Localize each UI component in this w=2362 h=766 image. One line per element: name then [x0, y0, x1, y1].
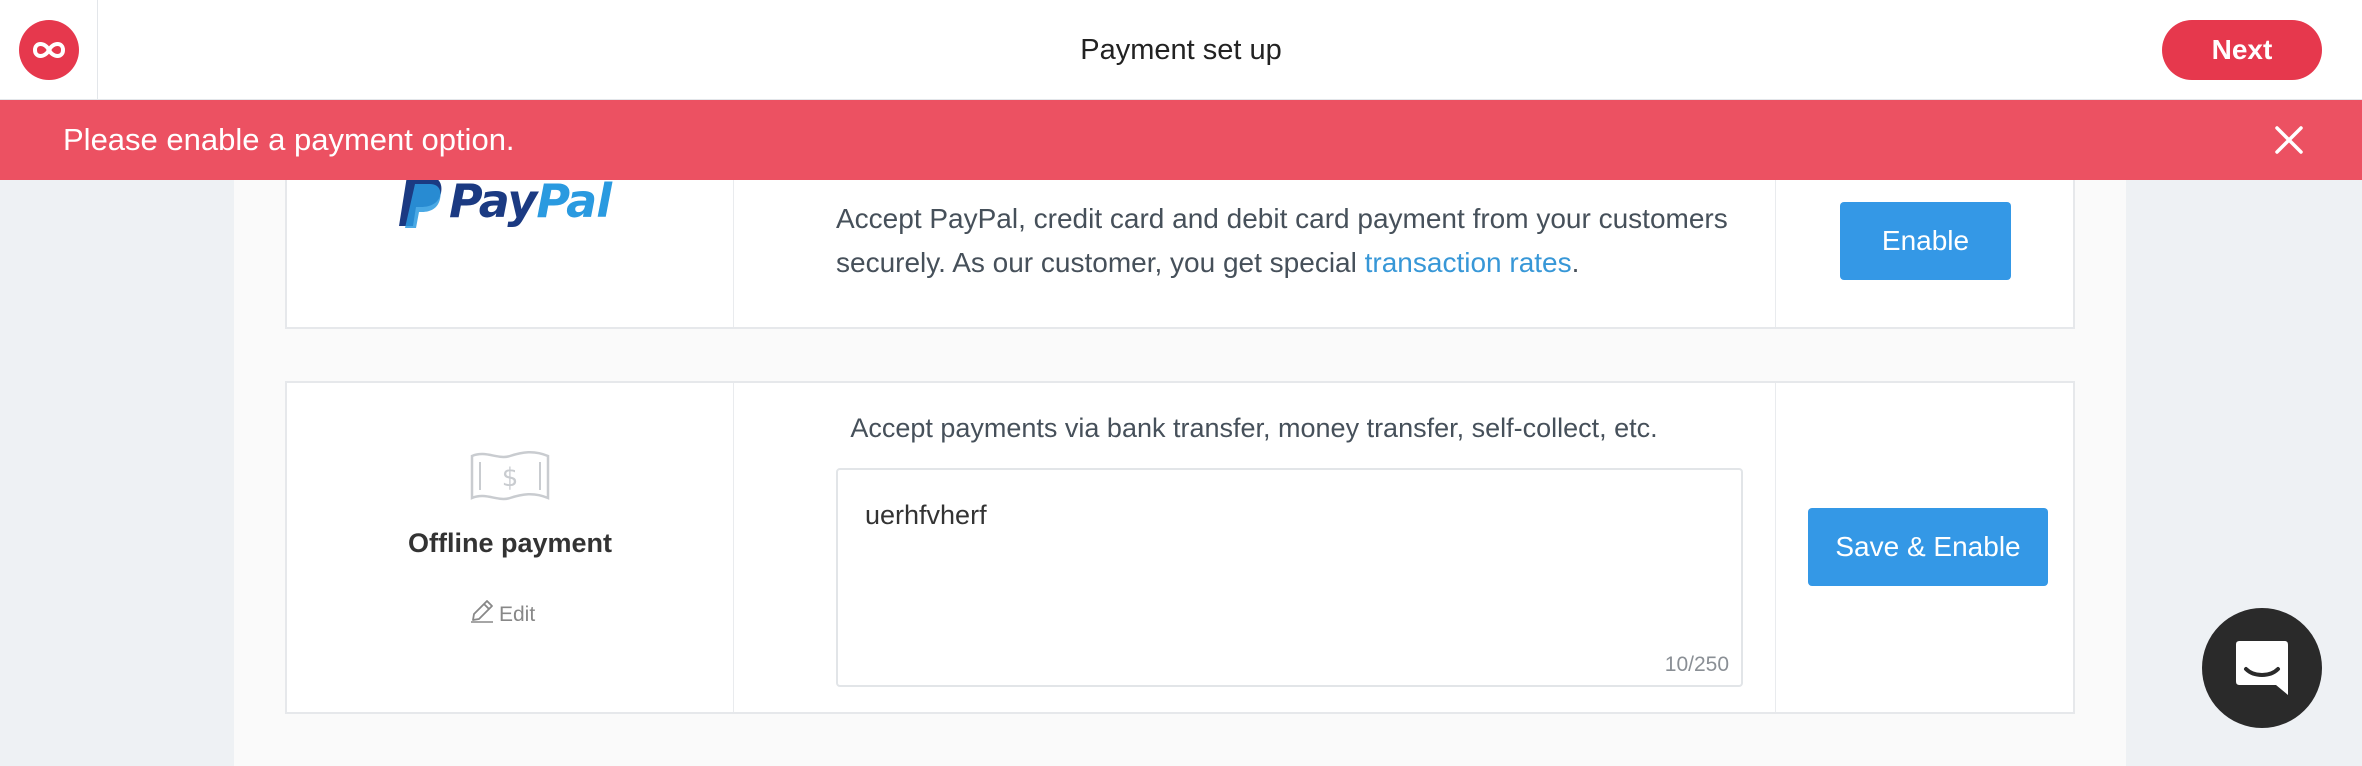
edit-label: Edit — [499, 603, 536, 626]
chat-icon — [2236, 641, 2288, 695]
close-icon[interactable] — [2272, 123, 2306, 157]
payment-instructions-textarea[interactable]: uerhfvherf 10/250 — [836, 468, 1743, 687]
offline-payment-title: Offline payment — [407, 528, 613, 558]
save-and-enable-button[interactable]: Save & Enable — [1808, 508, 2048, 586]
textarea-value: uerhfvherf — [865, 500, 987, 530]
alert-message: Please enable a payment option. — [63, 122, 515, 157]
transaction-rates-link[interactable]: transaction rates — [1365, 247, 1572, 278]
paypal-description: Accept PayPal, credit card and debit car… — [836, 197, 1756, 285]
page-title: Payment set up — [1080, 34, 1282, 66]
alert-banner: Please enable a payment option. — [0, 100, 2362, 180]
banknote-icon: $ — [470, 451, 550, 501]
chat-launcher-button[interactable] — [2202, 608, 2322, 728]
character-counter: 10/250 — [1664, 653, 1729, 676]
main-content: PayPal Accept PayPal, credit card and de… — [234, 100, 2126, 766]
paypal-wordmark: PayPal — [449, 174, 612, 228]
infinity-icon[interactable] — [19, 20, 79, 80]
offline-payment-card: $ Offline payment Edit Accept payments v… — [285, 381, 2075, 714]
paypal-wordmark-pal: Pal — [536, 174, 612, 228]
paypal-monogram-icon — [399, 176, 442, 228]
paypal-description-end: . — [1571, 247, 1580, 278]
next-button[interactable]: Next — [2162, 20, 2322, 80]
svg-text:$: $ — [502, 463, 519, 493]
edit-offline-payment-link[interactable]: Edit — [469, 598, 535, 627]
paypal-wordmark-pay: Pay — [449, 174, 537, 228]
paypal-description-text: Accept PayPal, credit card and debit car… — [836, 203, 1728, 278]
offline-description: Accept payments via bank transfer, money… — [850, 413, 1658, 443]
top-bar: Payment set up Next — [0, 0, 2362, 100]
pencil-icon — [471, 600, 493, 623]
logo-cell — [0, 0, 98, 100]
column-divider — [1775, 383, 1776, 712]
enable-paypal-button[interactable]: Enable — [1840, 202, 2011, 280]
